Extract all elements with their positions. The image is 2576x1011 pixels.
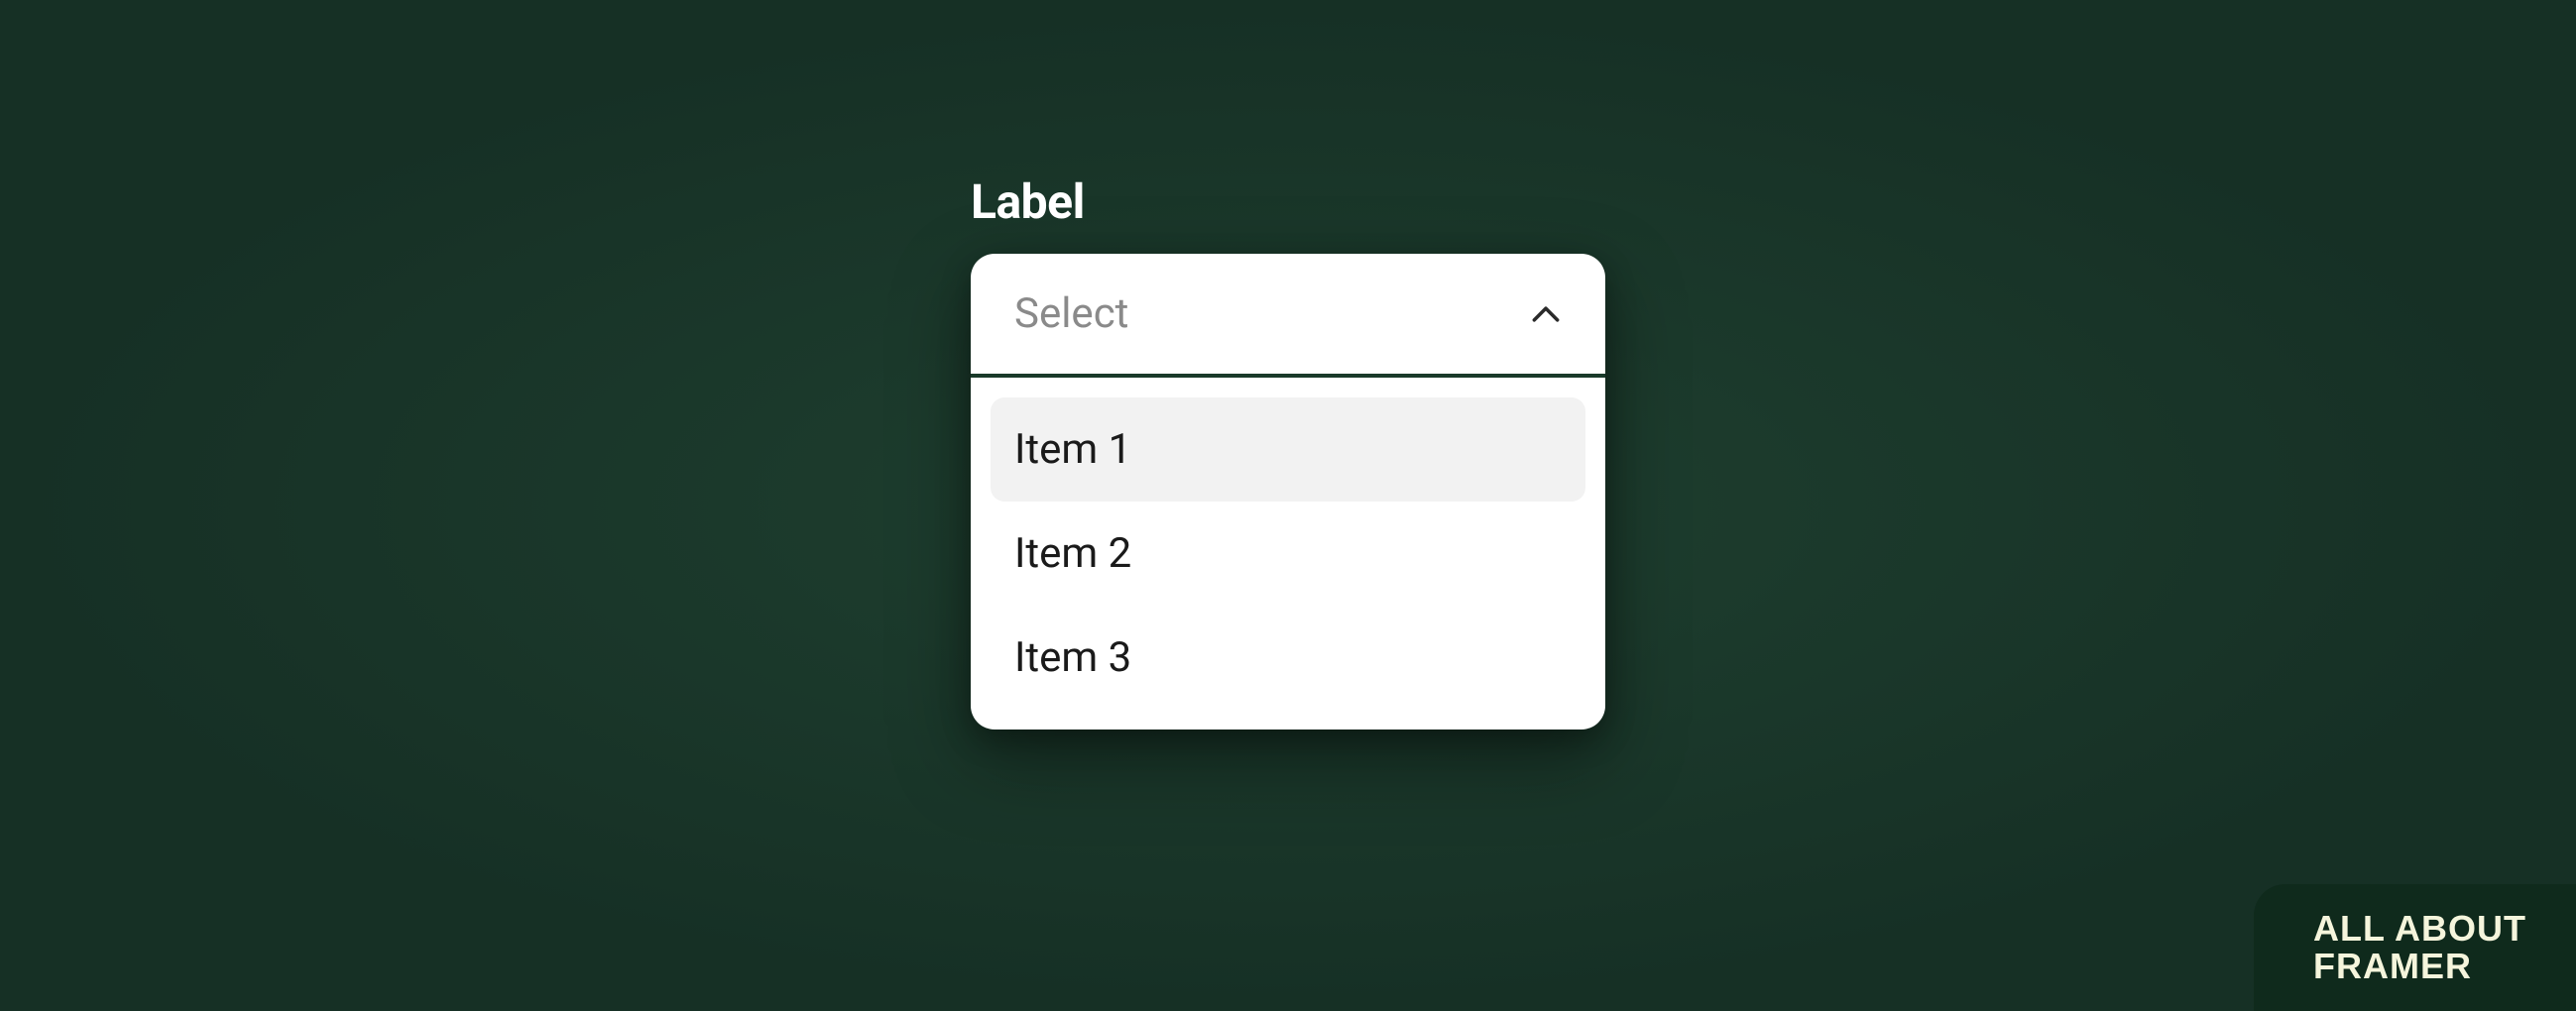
options-list: Item 1 Item 2 Item 3: [971, 378, 1605, 730]
watermark-line-1: ALL ABOUT: [2313, 910, 2526, 948]
option-item[interactable]: Item 2: [991, 502, 1585, 606]
option-item[interactable]: Item 3: [991, 606, 1585, 710]
chevron-up-icon: [1530, 298, 1562, 330]
watermark-line-2: FRAMER: [2313, 948, 2526, 985]
watermark-badge: ALL ABOUT FRAMER: [2254, 884, 2576, 1011]
dropdown-component: Label Select Item 1 Item 2 Item 3: [971, 173, 1605, 730]
option-item[interactable]: Item 1: [991, 397, 1585, 502]
dropdown-label: Label: [971, 173, 1605, 230]
watermark-text: ALL ABOUT FRAMER: [2313, 910, 2526, 985]
select-toggle[interactable]: Select: [971, 254, 1605, 378]
select-placeholder: Select: [1014, 289, 1128, 338]
select-container: Select Item 1 Item 2 Item 3: [971, 254, 1605, 730]
